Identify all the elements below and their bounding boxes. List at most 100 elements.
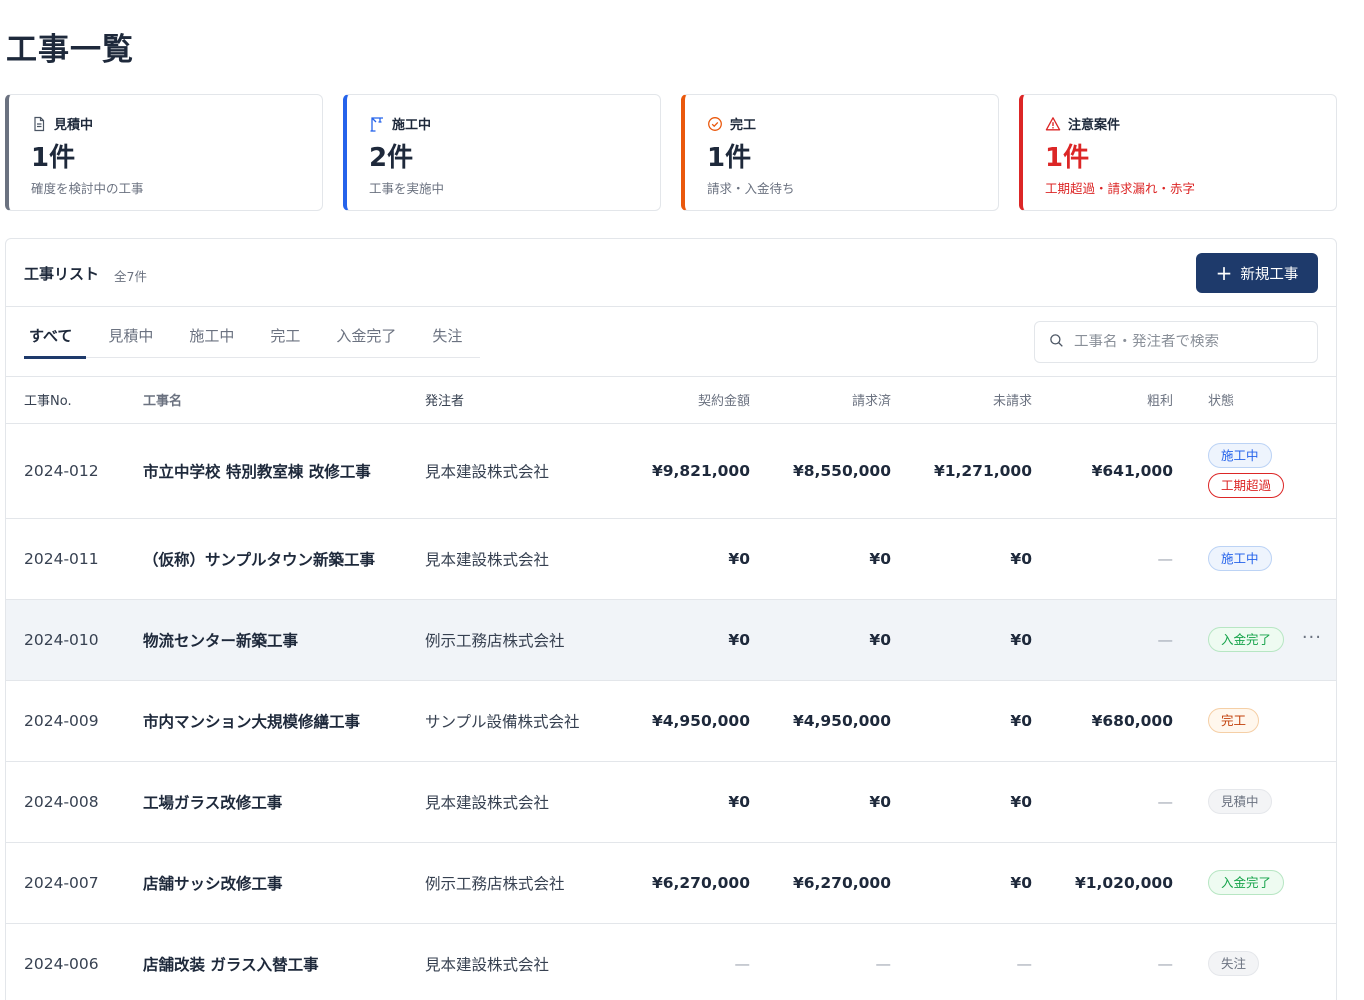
- cell-unbilled: ¥1,271,000: [891, 423, 1032, 519]
- cell-no: 2024-012: [6, 423, 143, 519]
- cell-status: 完工: [1173, 680, 1336, 762]
- cell-profit: —: [1032, 518, 1173, 600]
- cell-client: 見本建設株式会社: [425, 761, 595, 843]
- cell-unbilled: ¥0: [891, 518, 1032, 600]
- col-header-name[interactable]: 工事名: [143, 377, 425, 424]
- card-desc: 請求・入金待ち: [707, 181, 795, 196]
- summary-cards: 見積中 1件 確度を検討中の工事 施工中 2件 工事を実施中 完工 1件 請求・…: [5, 94, 1337, 211]
- tab-in-progress[interactable]: 施工中: [171, 325, 252, 358]
- card-count: 2件: [369, 143, 414, 173]
- col-header-profit[interactable]: 粗利: [1032, 377, 1173, 424]
- cell-unbilled: ¥0: [891, 599, 1032, 681]
- tab-completed[interactable]: 完工: [252, 325, 318, 358]
- search-box: [1034, 321, 1318, 363]
- project-table: 工事No. 工事名 発注者 契約金額 請求済 未請求 粗利 状態 2024-01…: [6, 377, 1336, 1000]
- cell-billed: ¥0: [750, 518, 891, 600]
- status-badge: 見積中: [1208, 789, 1272, 814]
- cell-unbilled: —: [891, 923, 1032, 1000]
- cell-contract: ¥4,950,000: [595, 680, 750, 762]
- table-row[interactable]: 2024-009 市内マンション大規模修繕工事 サンプル設備株式会社 ¥4,95…: [6, 680, 1336, 762]
- cell-no: 2024-008: [6, 761, 143, 843]
- card-label: 施工中: [392, 118, 432, 133]
- new-project-label: 新規工事: [1240, 266, 1299, 283]
- plus-icon: +: [1215, 261, 1233, 285]
- card-label: 見積中: [54, 118, 94, 133]
- cell-client: サンプル設備株式会社: [425, 680, 595, 762]
- table-row[interactable]: 2024-006 店舗改装 ガラス入替工事 見本建設株式会社 — — — — 失…: [6, 923, 1336, 1000]
- col-header-client[interactable]: 発注者: [425, 377, 595, 424]
- card-label: 注意案件: [1068, 118, 1121, 133]
- cell-unbilled: ¥0: [891, 761, 1032, 843]
- tab-lost[interactable]: 失注: [414, 325, 480, 358]
- project-list-panel: 工事リスト 全7件 + 新規工事 すべて 見積中 施工中 完工 入金完了 失注 …: [5, 238, 1337, 1000]
- crane-icon: [369, 116, 385, 132]
- cell-billed: ¥8,550,000: [750, 423, 891, 519]
- table-row[interactable]: 2024-007 店舗サッシ改修工事 例示工務店株式会社 ¥6,270,000 …: [6, 842, 1336, 924]
- cell-profit: ¥1,020,000: [1032, 842, 1173, 924]
- cell-name[interactable]: 工場ガラス改修工事: [143, 761, 425, 843]
- cell-client: 見本建設株式会社: [425, 923, 595, 1000]
- cell-profit: ¥641,000: [1032, 423, 1173, 519]
- cell-billed: —: [750, 923, 891, 1000]
- tab-estimate[interactable]: 見積中: [90, 325, 171, 358]
- cell-billed: ¥0: [750, 599, 891, 681]
- cell-no: 2024-009: [6, 680, 143, 762]
- search-icon: [1049, 333, 1064, 352]
- col-header-no[interactable]: 工事No.: [6, 377, 143, 424]
- panel-header: 工事リスト 全7件 + 新規工事: [6, 239, 1336, 307]
- card-completed[interactable]: 完工 1件 請求・入金待ち: [681, 94, 999, 211]
- col-header-status[interactable]: 状態: [1173, 377, 1336, 424]
- status-badge: 完工: [1208, 708, 1260, 733]
- tab-all[interactable]: すべて: [24, 325, 90, 359]
- col-header-billed[interactable]: 請求済: [750, 377, 891, 424]
- card-label: 完工: [730, 118, 757, 133]
- cell-contract: ¥6,270,000: [595, 842, 750, 924]
- cell-billed: ¥0: [750, 761, 891, 843]
- cell-billed: ¥6,270,000: [750, 842, 891, 924]
- status-badge: 失注: [1208, 951, 1260, 976]
- cell-contract: —: [595, 923, 750, 1000]
- cell-contract: ¥0: [595, 518, 750, 600]
- tab-paid[interactable]: 入金完了: [318, 325, 414, 358]
- status-badge: 施工中: [1208, 546, 1272, 571]
- cell-name[interactable]: 店舗改装 ガラス入替工事: [143, 923, 425, 1000]
- cell-profit: —: [1032, 761, 1173, 843]
- table-row[interactable]: 2024-012 市立中学校 特別教室棟 改修工事 見本建設株式会社 ¥9,82…: [6, 423, 1336, 519]
- cell-no: 2024-010: [6, 599, 143, 681]
- cell-name[interactable]: 物流センター新築工事: [143, 599, 425, 681]
- cell-client: 見本建設株式会社: [425, 423, 595, 519]
- check-circle-icon: [707, 116, 723, 132]
- col-header-contract[interactable]: 契約金額: [595, 377, 750, 424]
- card-alert[interactable]: 注意案件 1件 工期超過・請求漏れ・赤字: [1019, 94, 1337, 211]
- table-row[interactable]: 2024-008 工場ガラス改修工事 見本建設株式会社 ¥0 ¥0 ¥0 — 見…: [6, 761, 1336, 843]
- status-tabs: すべて 見積中 施工中 完工 入金完了 失注: [24, 325, 481, 359]
- card-in-progress[interactable]: 施工中 2件 工事を実施中: [343, 94, 661, 211]
- card-estimate[interactable]: 見積中 1件 確度を検討中の工事: [5, 94, 323, 211]
- table-row[interactable]: 2024-011 （仮称）サンプルタウン新築工事 見本建設株式会社 ¥0 ¥0 …: [6, 518, 1336, 600]
- status-badge: 入金完了: [1208, 627, 1285, 652]
- cell-name[interactable]: 店舗サッシ改修工事: [143, 842, 425, 924]
- status-badge: 入金完了: [1208, 870, 1285, 895]
- cell-status: 入金完了: [1173, 842, 1336, 924]
- card-count: 1件: [31, 143, 76, 173]
- panel-title: 工事リスト: [24, 265, 100, 283]
- table-row[interactable]: 2024-010 物流センター新築工事 例示工務店株式会社 ¥0 ¥0 ¥0 —…: [6, 599, 1336, 681]
- cell-name[interactable]: （仮称）サンプルタウン新築工事: [143, 518, 425, 600]
- more-options-icon[interactable]: ···: [1302, 627, 1322, 648]
- cell-unbilled: ¥0: [891, 680, 1032, 762]
- cell-profit: —: [1032, 923, 1173, 1000]
- cell-status: 施工中: [1173, 518, 1336, 600]
- search-input[interactable]: [1074, 334, 1294, 350]
- card-desc: 工事を実施中: [369, 181, 445, 196]
- cell-status: 見積中: [1173, 761, 1336, 843]
- cell-contract: ¥0: [595, 599, 750, 681]
- cell-status: 入金完了 ···: [1173, 599, 1336, 681]
- cell-contract: ¥9,821,000: [595, 423, 750, 519]
- cell-client: 例示工務店株式会社: [425, 599, 595, 681]
- col-header-unbilled[interactable]: 未請求: [891, 377, 1032, 424]
- cell-name[interactable]: 市内マンション大規模修繕工事: [143, 680, 425, 762]
- cell-name[interactable]: 市立中学校 特別教室棟 改修工事: [143, 423, 425, 519]
- page-title: 工事一覧: [6, 32, 134, 68]
- new-project-button[interactable]: + 新規工事: [1196, 253, 1318, 293]
- cell-no: 2024-007: [6, 842, 143, 924]
